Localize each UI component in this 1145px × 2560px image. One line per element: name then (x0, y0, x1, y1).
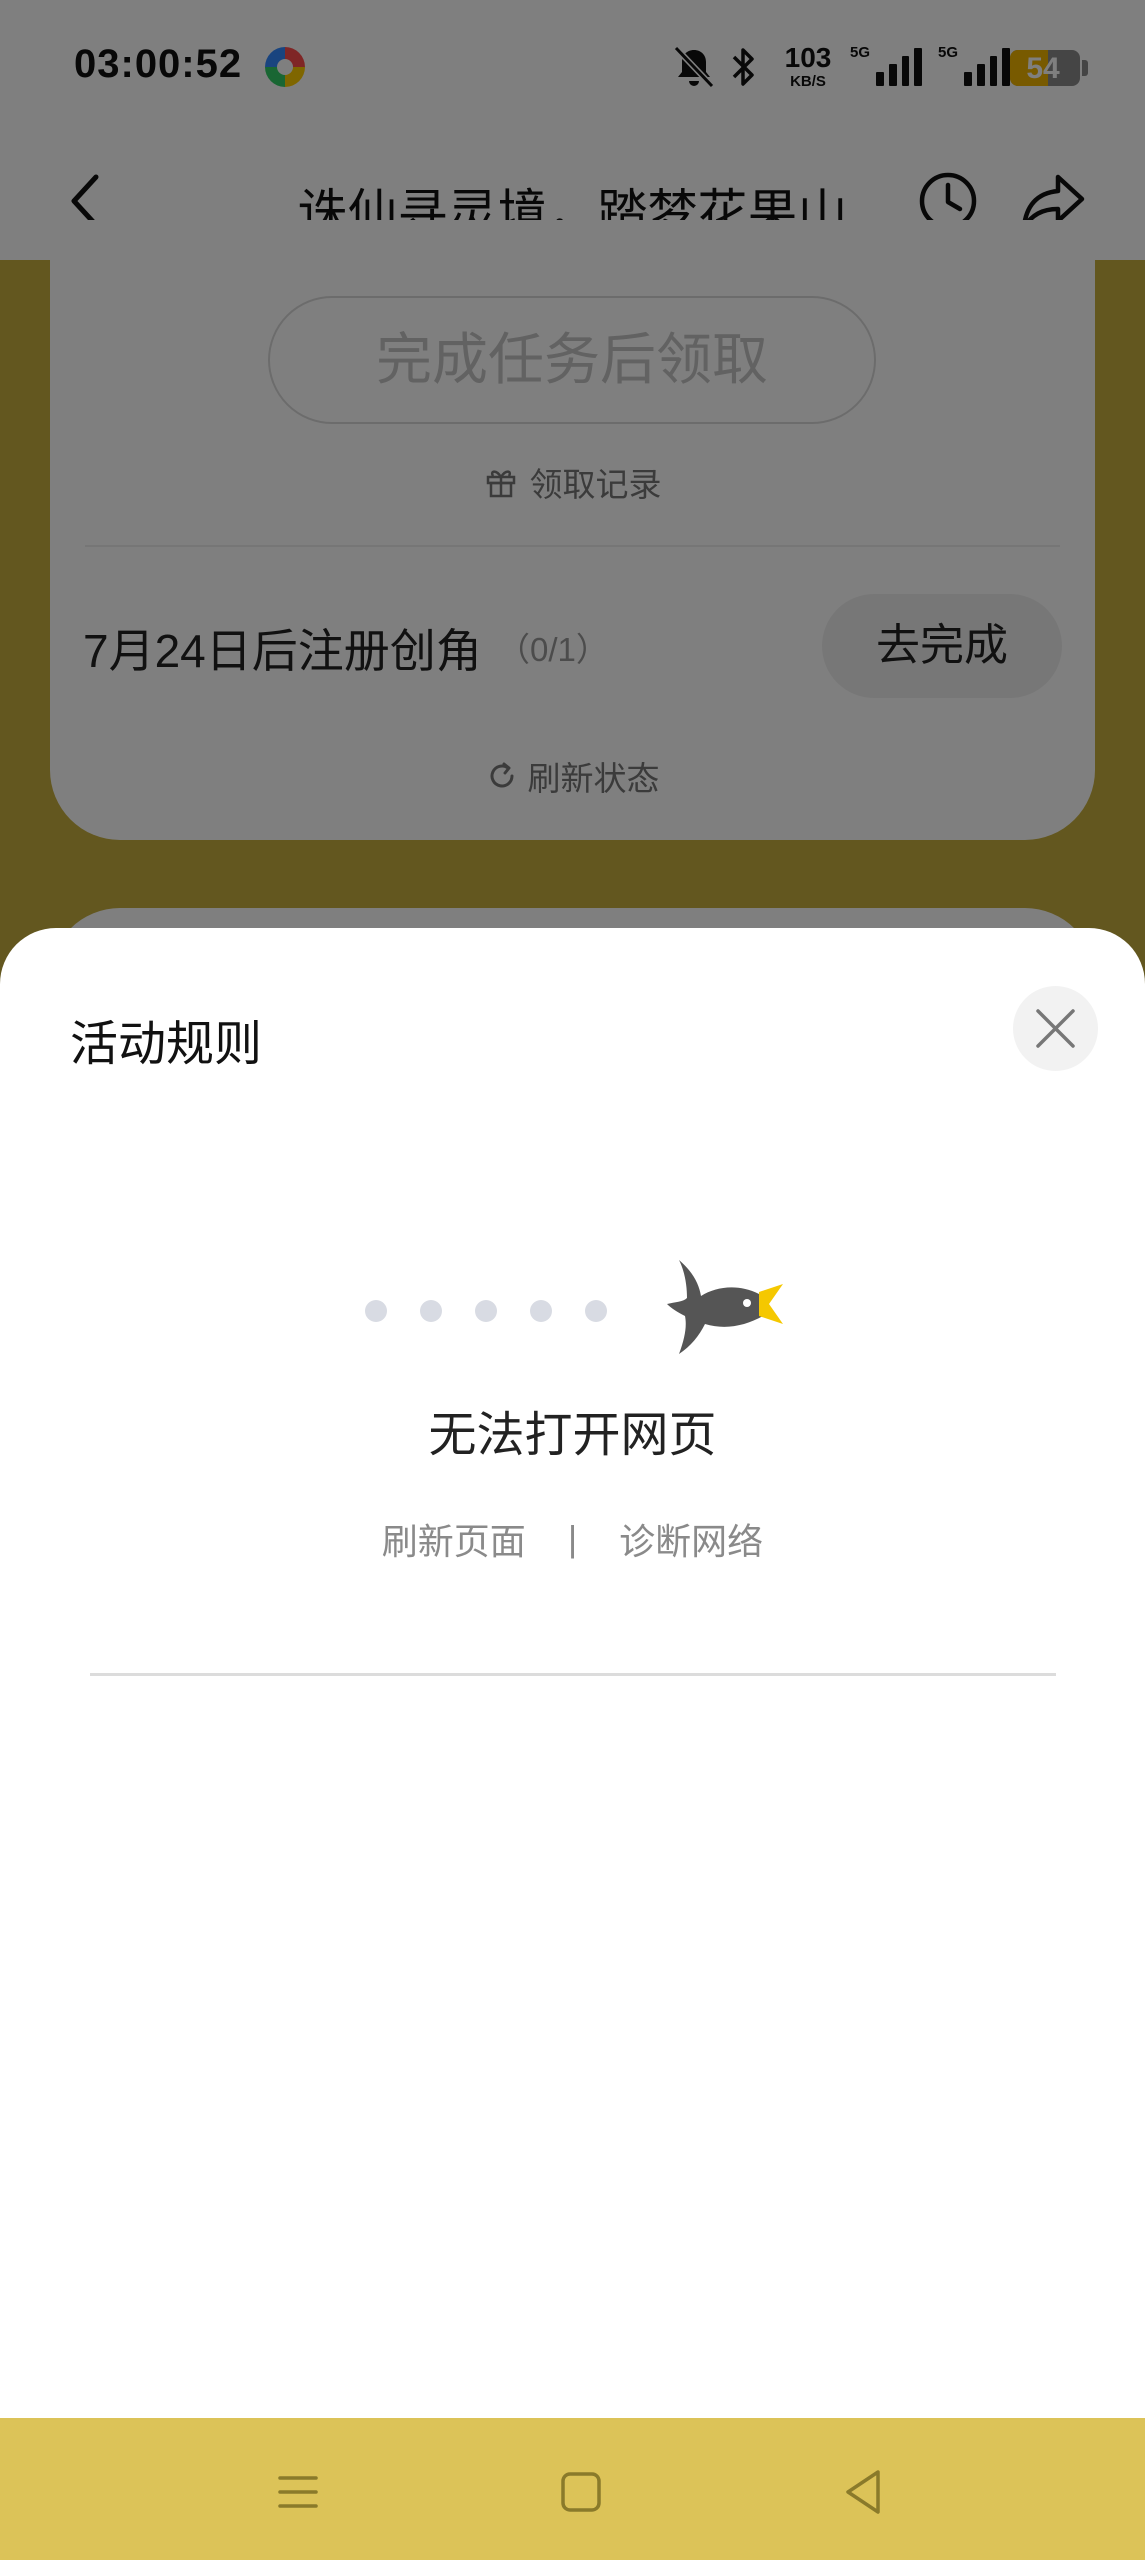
error-title: 无法打开网页 (428, 1409, 717, 1462)
loading-dot (530, 1300, 552, 1322)
sheet-title: 活动规则 (70, 1018, 263, 1071)
system-nav-bar (0, 2418, 1145, 2560)
rules-bottom-sheet: 活动规则 无法打开网页 刷新页面 | 诊断网络 (0, 928, 1145, 2418)
close-button[interactable] (1013, 986, 1098, 1071)
close-icon (1036, 1009, 1075, 1048)
loading-dot (585, 1300, 607, 1322)
loading-dot (420, 1300, 442, 1322)
refresh-page-link[interactable]: 刷新页面 (382, 1513, 526, 1565)
diagnose-network-link[interactable]: 诊断网络 (619, 1513, 763, 1565)
bird-icon (667, 1260, 783, 1354)
loading-dot (475, 1300, 497, 1322)
menu-icon[interactable] (268, 2462, 328, 2522)
home-icon[interactable] (551, 2462, 611, 2522)
loading-dot (365, 1300, 387, 1322)
loading-illustration (365, 1258, 785, 1358)
back-icon[interactable] (834, 2462, 894, 2522)
actions-separator: | (567, 1518, 578, 1559)
error-actions: 刷新页面 | 诊断网络 (0, 1513, 1145, 1565)
progress-line (90, 1673, 1056, 1676)
